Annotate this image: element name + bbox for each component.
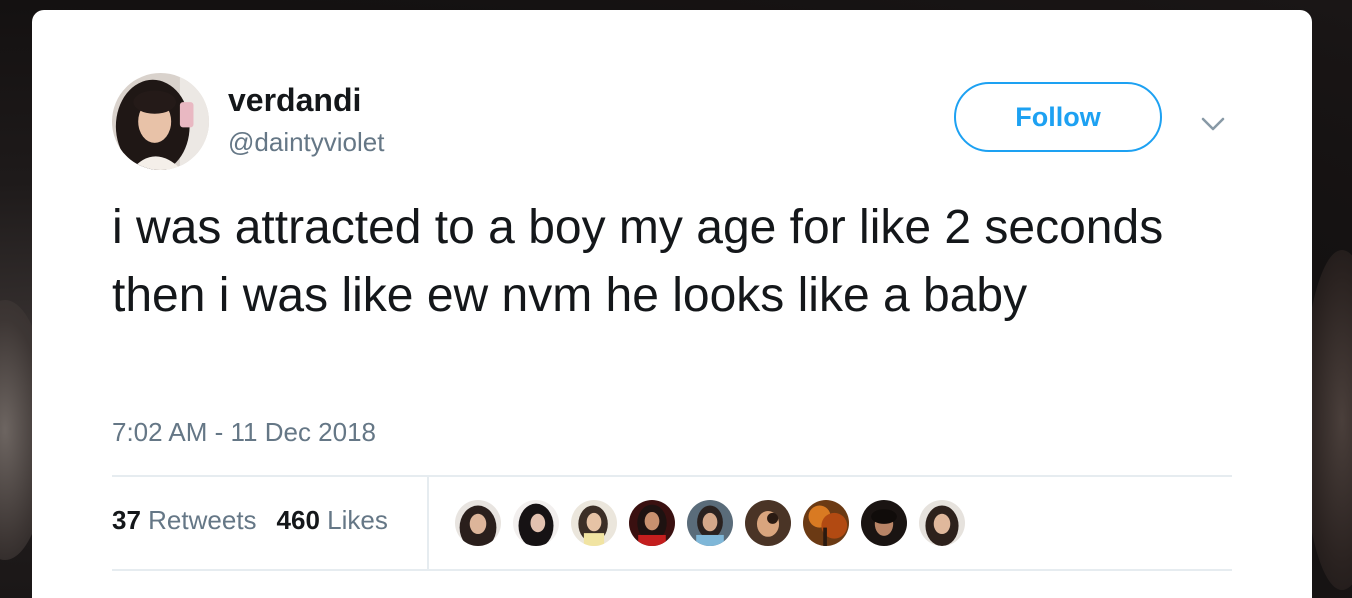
liker-avatar[interactable]	[859, 498, 909, 548]
follow-button[interactable]: Follow	[954, 82, 1162, 152]
stats-divider	[427, 476, 429, 569]
user-handle[interactable]: @daintyviolet	[228, 127, 384, 158]
tweet-card: verdandi @daintyviolet Follow i was attr…	[32, 10, 1312, 598]
liker-avatar[interactable]	[569, 498, 619, 548]
liker-avatar[interactable]	[917, 498, 967, 548]
divider	[112, 475, 1232, 477]
liker-avatar[interactable]	[511, 498, 561, 548]
tweet-stats: 37 Retweets 460 Likes	[112, 505, 388, 536]
liker-avatars	[453, 498, 975, 548]
liker-avatar[interactable]	[801, 498, 851, 548]
liker-avatar[interactable]	[685, 498, 735, 548]
tweet-timestamp[interactable]: 7:02 AM - 11 Dec 2018	[112, 417, 376, 448]
user-avatar[interactable]	[112, 73, 209, 170]
tweet-text: i was attracted to a boy my age for like…	[112, 201, 1164, 322]
divider	[112, 569, 1232, 571]
liker-avatar[interactable]	[627, 498, 677, 548]
retweets-count: 37	[112, 505, 141, 535]
liker-avatar[interactable]	[743, 498, 793, 548]
retweets-stat[interactable]: 37 Retweets	[112, 505, 257, 536]
display-name[interactable]: verdandi	[228, 82, 361, 119]
likes-label: Likes	[327, 505, 388, 535]
chevron-down-icon[interactable]	[1197, 111, 1229, 135]
liker-avatar[interactable]	[453, 498, 503, 548]
likes-count: 460	[276, 505, 320, 535]
retweets-label: Retweets	[148, 505, 257, 535]
likes-stat[interactable]: 460 Likes	[277, 505, 388, 536]
